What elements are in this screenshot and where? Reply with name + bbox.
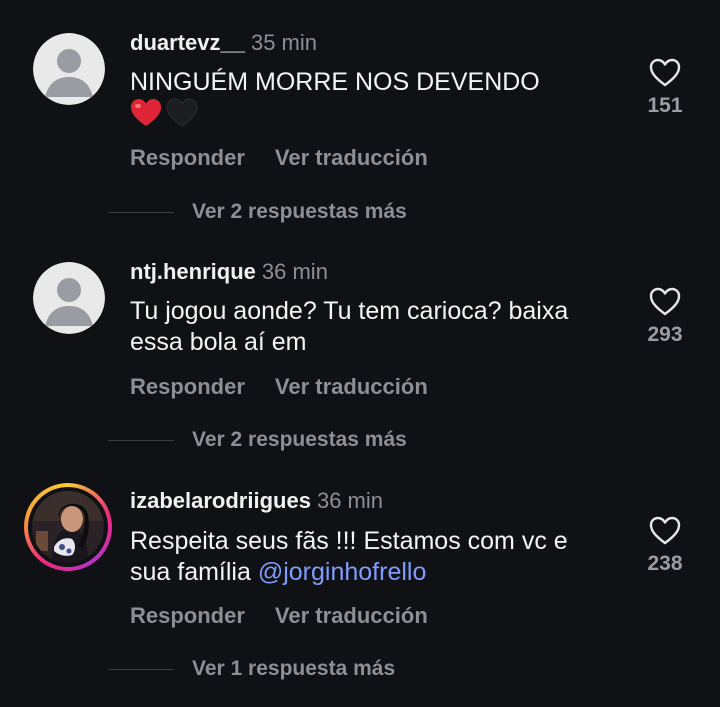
avatar-photo — [32, 491, 104, 563]
reply-button[interactable]: Responder — [130, 145, 245, 170]
like-button[interactable]: 293 — [640, 287, 690, 347]
timestamp: 36 min — [316, 488, 383, 513]
view-replies-label[interactable]: Ver 2 respuestas más — [192, 428, 407, 451]
view-replies-label[interactable]: Ver 2 respuestas más — [192, 200, 407, 223]
like-button[interactable]: 151 — [640, 58, 690, 118]
view-replies-label[interactable]: Ver 1 respuesta más — [192, 657, 395, 680]
username[interactable]: duartevz__ — [130, 30, 245, 55]
like-count: 151 — [647, 94, 683, 117]
timestamp: 35 min — [250, 30, 317, 55]
comment-body: NINGUÉM MORRE NOS DEVENDO — [130, 68, 540, 96]
username[interactable]: ntj.henrique — [130, 259, 256, 284]
timestamp: 36 min — [261, 259, 328, 284]
default-avatar-icon — [33, 262, 105, 334]
heart-outline-icon[interactable] — [649, 516, 681, 546]
translate-button[interactable]: Ver traducción — [275, 603, 428, 628]
avatar-default[interactable] — [33, 262, 105, 334]
profile-photo-icon — [32, 491, 104, 563]
black-heart-icon — [166, 98, 198, 127]
replies-divider — [108, 668, 174, 670]
like-count: 293 — [647, 323, 683, 346]
view-replies-button[interactable]: Ver 1 respuesta más — [108, 657, 395, 681]
replies-divider — [108, 211, 174, 213]
comment-actions: Responder Ver traducción — [130, 145, 428, 171]
default-avatar-icon — [33, 33, 105, 105]
avatar-default[interactable] — [33, 33, 105, 105]
comment-actions: Responder Ver traducción — [130, 603, 428, 629]
reply-button[interactable]: Responder — [130, 374, 245, 399]
view-replies-button[interactable]: Ver 2 respuestas más — [108, 428, 407, 452]
heart-emojis — [131, 98, 198, 127]
comment-actions: Responder Ver traducción — [130, 374, 428, 400]
translate-button[interactable]: Ver traducción — [275, 145, 428, 170]
comment-header: izabelarodriigues 36 min — [130, 488, 383, 514]
mention-link[interactable]: @jorginhofrello — [258, 558, 427, 586]
like-button[interactable]: 238 — [640, 516, 690, 576]
comment-text: Respeita seus fãs !!! Estamos com vc e s… — [130, 526, 610, 588]
comment-text: Tu jogou aonde? Tu tem carioca? baixa es… — [130, 297, 569, 356]
comment-header: duartevz__ 35 min — [130, 30, 317, 56]
like-count: 238 — [647, 552, 683, 575]
heart-outline-icon[interactable] — [649, 58, 681, 88]
replies-divider — [108, 439, 174, 441]
view-replies-button[interactable]: Ver 2 respuestas más — [108, 200, 407, 224]
red-heart-icon — [131, 99, 161, 126]
comment-text: NINGUÉM MORRE NOS DEVENDO — [130, 67, 610, 129]
translate-button[interactable]: Ver traducción — [275, 374, 428, 399]
username[interactable]: izabelarodriigues — [130, 488, 311, 513]
avatar-story-ring[interactable] — [24, 483, 112, 571]
heart-outline-icon[interactable] — [649, 287, 681, 317]
reply-button[interactable]: Responder — [130, 603, 245, 628]
comment-header: ntj.henrique 36 min — [130, 259, 328, 285]
